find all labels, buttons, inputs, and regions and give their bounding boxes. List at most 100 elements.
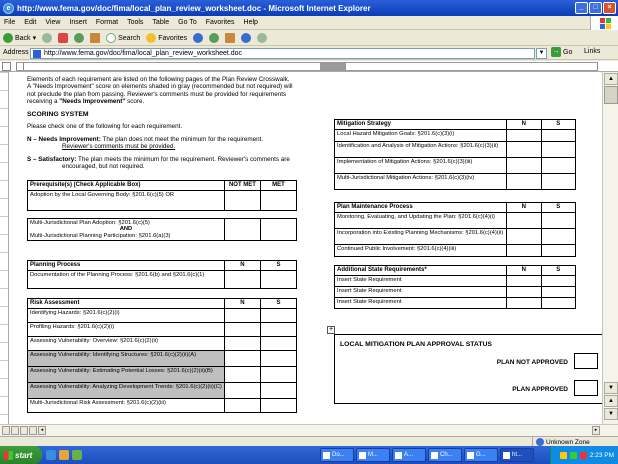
outlook-quicklaunch-icon[interactable] <box>59 450 69 460</box>
clock[interactable]: 2:23 PM <box>590 452 614 459</box>
risk-n-box[interactable] <box>223 321 261 337</box>
maximize-button[interactable]: □ <box>589 2 602 14</box>
media-button[interactable] <box>193 33 204 43</box>
risk-n-box[interactable] <box>223 349 261 367</box>
taskbar-item[interactable]: G... <box>464 448 498 462</box>
mail-button[interactable] <box>225 33 236 43</box>
plan-not-approved-checkbox[interactable] <box>574 353 598 369</box>
mitigation-n-box[interactable] <box>506 128 542 142</box>
taskbar-item[interactable]: M... <box>356 448 390 462</box>
risk-s-box[interactable] <box>259 349 298 367</box>
risk-n-box[interactable] <box>223 365 261 383</box>
table-move-handle-icon[interactable]: + <box>327 326 335 334</box>
scroll-up-button[interactable]: ▲ <box>604 73 618 85</box>
print-layout-button[interactable] <box>20 426 28 435</box>
edit-button[interactable] <box>257 33 268 43</box>
maintenance-n-box[interactable] <box>506 243 542 257</box>
outline-view-button[interactable] <box>29 426 37 435</box>
plan-approved-checkbox[interactable] <box>574 380 598 396</box>
planning-n-box[interactable] <box>223 269 261 289</box>
state-s-box[interactable] <box>540 274 577 287</box>
risk-n-box[interactable] <box>223 397 261 413</box>
menu-format[interactable]: Format <box>96 19 118 26</box>
tray-network-icon[interactable] <box>569 451 577 459</box>
ie-quicklaunch-icon[interactable] <box>46 450 56 460</box>
maintenance-n-box[interactable] <box>506 211 542 229</box>
mitigation-s-box[interactable] <box>540 128 577 142</box>
address-dropdown-button[interactable]: ▼ <box>536 48 547 59</box>
close-button[interactable]: × <box>603 2 616 14</box>
mitigation-s-box[interactable] <box>540 172 577 190</box>
menu-tools[interactable]: Tools <box>127 19 143 26</box>
maintenance-s-box[interactable] <box>540 227 577 245</box>
risk-n-box[interactable] <box>223 307 261 323</box>
forward-button[interactable] <box>42 33 53 43</box>
tab-selector[interactable] <box>2 62 11 71</box>
search-button[interactable]: Search <box>106 33 140 43</box>
state-n-box[interactable] <box>506 296 542 309</box>
mitigation-s-box[interactable] <box>540 156 577 174</box>
tray-shield-icon[interactable] <box>559 451 567 459</box>
maintenance-s-box[interactable] <box>540 211 577 229</box>
scroll-left-button[interactable]: ◂ <box>38 426 46 435</box>
menu-help[interactable]: Help <box>244 19 258 26</box>
menu-favorites[interactable]: Favorites <box>206 19 235 26</box>
state-n-box[interactable] <box>506 274 542 287</box>
menu-edit[interactable]: Edit <box>24 19 36 26</box>
window-title-bar[interactable]: e http://www.fema.gov/doc/fima/local_pla… <box>0 0 618 16</box>
scroll-right-button[interactable]: ▸ <box>592 426 600 435</box>
state-s-box[interactable] <box>540 285 577 298</box>
print-button[interactable] <box>241 33 252 43</box>
menu-view[interactable]: View <box>45 19 60 26</box>
back-button[interactable]: Back ▾ <box>3 33 36 43</box>
state-n-box[interactable] <box>506 285 542 298</box>
stop-button[interactable] <box>58 33 69 43</box>
refresh-button[interactable] <box>74 33 85 43</box>
prereq-met-box[interactable] <box>259 217 298 241</box>
scroll-thumb[interactable] <box>604 86 618 104</box>
state-s-box[interactable] <box>540 296 577 309</box>
maintenance-s-box[interactable] <box>540 243 577 257</box>
mitigation-s-box[interactable] <box>540 140 577 158</box>
minimize-button[interactable]: _ <box>575 2 588 14</box>
links-button[interactable]: Links <box>584 48 600 55</box>
desktop-quicklaunch-icon[interactable] <box>72 450 82 460</box>
favorites-button[interactable]: Favorites <box>146 33 187 43</box>
mitigation-n-box[interactable] <box>506 172 542 190</box>
prereq-met-box[interactable] <box>259 189 298 211</box>
address-input[interactable]: http://www.fema.gov/doc/fima/local_plan_… <box>30 48 535 59</box>
taskbar-item[interactable]: Do... <box>320 448 354 462</box>
document-canvas[interactable]: Elements of each requirement are listed … <box>0 72 602 424</box>
taskbar-item-active[interactable]: ht... <box>500 448 534 462</box>
horizontal-scrollbar[interactable]: ◂ ▸ <box>0 424 618 436</box>
menu-table[interactable]: Table <box>152 19 169 26</box>
risk-s-box[interactable] <box>259 321 298 337</box>
next-page-button[interactable]: ▼ <box>604 408 618 420</box>
prereq-notmet-box[interactable] <box>223 217 261 241</box>
risk-s-box[interactable] <box>259 397 298 413</box>
taskbar-item[interactable]: Ch... <box>428 448 462 462</box>
start-button[interactable]: start <box>0 446 42 464</box>
risk-s-box[interactable] <box>259 335 298 351</box>
risk-s-box[interactable] <box>259 365 298 383</box>
planning-s-box[interactable] <box>259 269 298 289</box>
normal-view-button[interactable] <box>2 426 10 435</box>
menu-insert[interactable]: Insert <box>69 19 87 26</box>
taskbar-item[interactable]: A... <box>392 448 426 462</box>
go-button[interactable]: → Go <box>551 47 572 57</box>
prereq-notmet-box[interactable] <box>223 189 261 211</box>
risk-n-box[interactable] <box>223 335 261 351</box>
vertical-scrollbar[interactable]: ▲ ▼ ▲ ▼ <box>602 72 618 424</box>
web-layout-button[interactable] <box>11 426 19 435</box>
tray-volume-icon[interactable] <box>579 451 587 459</box>
ruler-column-gap[interactable] <box>320 63 346 70</box>
previous-page-button[interactable]: ▲ <box>604 395 618 407</box>
risk-s-box[interactable] <box>259 307 298 323</box>
menu-file[interactable]: File <box>4 19 15 26</box>
mitigation-n-box[interactable] <box>506 140 542 158</box>
maintenance-n-box[interactable] <box>506 227 542 245</box>
scroll-down-button[interactable]: ▼ <box>604 382 618 394</box>
menu-goto[interactable]: Go To <box>178 19 197 26</box>
risk-n-box[interactable] <box>223 381 261 399</box>
risk-s-box[interactable] <box>259 381 298 399</box>
